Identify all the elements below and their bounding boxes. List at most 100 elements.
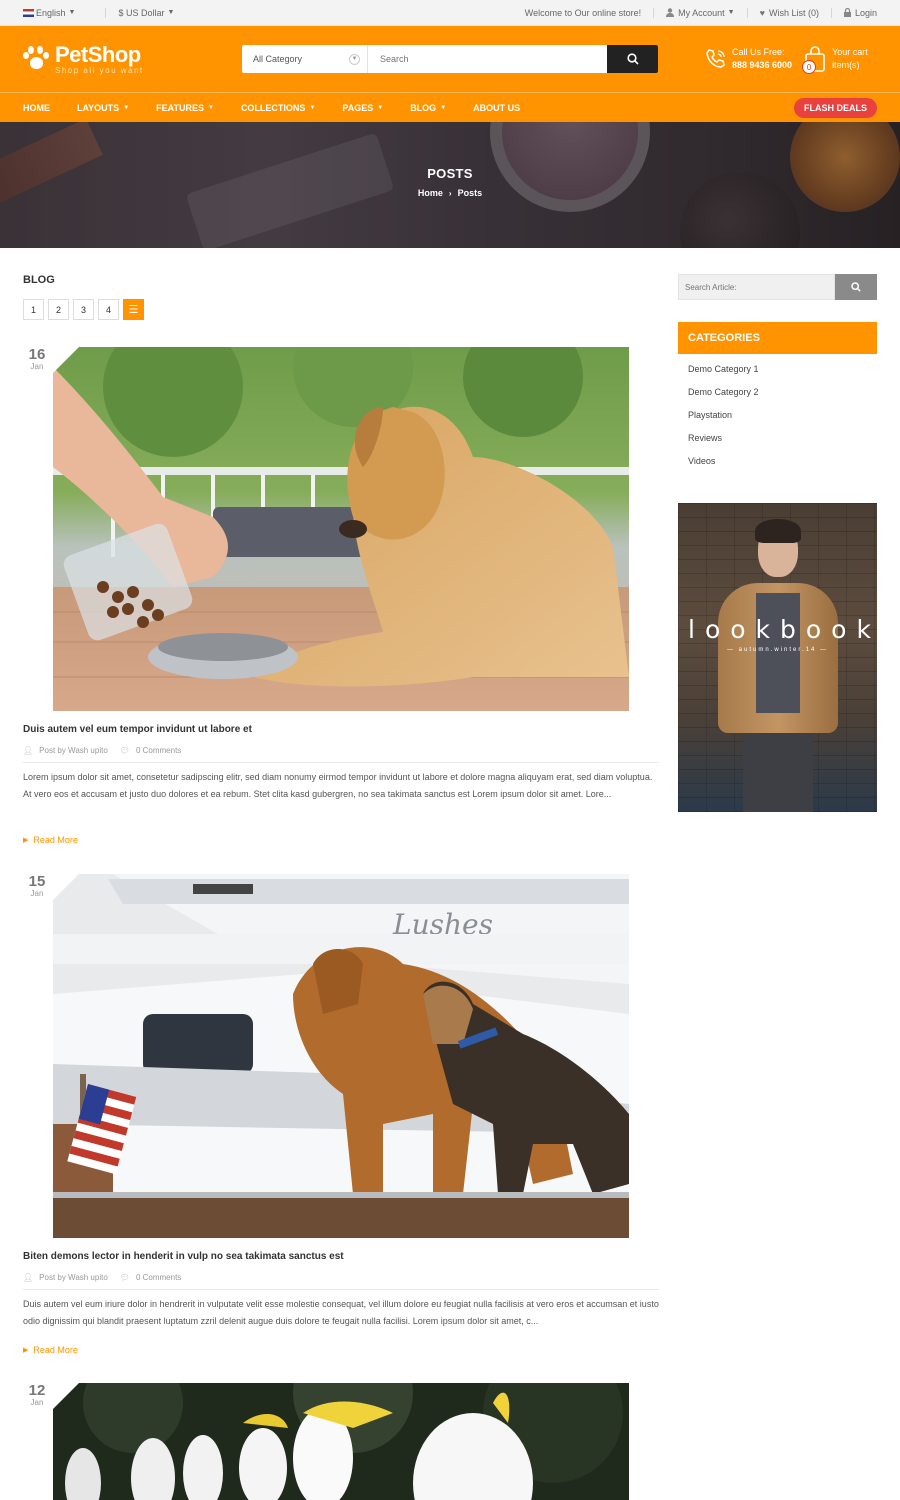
post-comments-link[interactable]: 0 Comments	[136, 746, 181, 755]
article-search-input[interactable]	[678, 274, 835, 300]
categories-heading: CATEGORIES	[678, 322, 877, 354]
category-link[interactable]: Demo Category 2	[688, 387, 759, 410]
call-label: Call Us Free:	[732, 47, 785, 57]
chevron-down-icon: ▼	[727, 9, 735, 16]
comment-icon: 💬︎	[119, 1273, 130, 1282]
cockatoos-photo[interactable]	[53, 1383, 629, 1500]
category-link[interactable]: Reviews	[688, 433, 759, 456]
cart-button[interactable]: 0 Your cart item(s)	[802, 46, 868, 74]
dogs-on-boat-photo[interactable]: Lushes	[53, 874, 629, 1238]
post-author: Post by Wash upito	[39, 1273, 108, 1282]
post-excerpt: Lorem ipsum dolor sit amet, consetetur s…	[23, 772, 653, 799]
search-input[interactable]	[368, 45, 607, 73]
page-link-4[interactable]: 4	[98, 299, 119, 320]
nav-item-label: BLOG	[410, 102, 437, 113]
post-excerpt: Duis autem vel eum iriure dolor in hendr…	[23, 1299, 659, 1326]
article-search-button[interactable]	[835, 274, 877, 300]
chevron-down-icon: ▼	[440, 104, 447, 111]
post-month: Jan	[30, 889, 44, 898]
login-link[interactable]: Login	[843, 7, 877, 18]
category-link[interactable]: Playstation	[688, 410, 759, 433]
lock-icon	[843, 8, 851, 17]
divider	[746, 7, 748, 18]
page-link-2[interactable]: 2	[48, 299, 69, 320]
nav-item-blog[interactable]: BLOG ▼	[410, 103, 446, 113]
divider	[830, 7, 832, 18]
post-month: Jan	[30, 1398, 44, 1407]
chevron-down-icon: ▼	[167, 9, 175, 16]
page-link-3[interactable]: 3	[73, 299, 94, 320]
wishlist-label: Wish List (0)	[768, 7, 819, 18]
my-account-menu[interactable]: My Account ▼	[666, 7, 735, 18]
blog-heading: BLOG	[23, 274, 55, 286]
breadcrumb-current: Posts	[457, 188, 483, 198]
dog-eating-photo[interactable]	[53, 347, 629, 711]
post-comments-link[interactable]: 0 Comments	[136, 1273, 181, 1282]
post-date: 16 Jan	[23, 347, 51, 371]
chevron-down-icon: ▼	[349, 53, 360, 65]
currency-selector[interactable]: $ US Dollar ▼	[118, 8, 174, 18]
header-search: All Category ▼	[242, 45, 658, 73]
lookbook-title: lookbook	[688, 615, 877, 644]
article-search	[678, 274, 877, 300]
category-select[interactable]: All Category ▼	[242, 45, 368, 73]
phone-icon	[706, 49, 725, 68]
category-link[interactable]: Demo Category 1	[688, 364, 759, 387]
category-link[interactable]: Videos	[688, 456, 759, 479]
breadcrumb: Home › Posts	[0, 188, 900, 198]
post-author: Post by Wash upito	[39, 746, 108, 755]
breadcrumb-home-link[interactable]: Home	[418, 188, 443, 198]
nav-item-home[interactable]: HOME	[23, 103, 50, 113]
read-more-link[interactable]: ▶ Read More	[23, 835, 78, 845]
nav-item-layouts[interactable]: LAYOUTS ▼	[77, 103, 129, 113]
chevron-down-icon: ▼	[377, 104, 384, 111]
chevron-down-icon: ▼	[123, 104, 130, 111]
site-logo[interactable]: PetShop Shop all you want	[23, 43, 243, 75]
page-title: POSTS	[427, 166, 473, 181]
content-area: BLOG 1 2 3 4 ☰ 16 Jan Duis autem vel eum…	[0, 248, 900, 1500]
nav-item-label: COLLECTIONS	[240, 102, 306, 113]
post-title-link[interactable]: Biten demons lector in henderit in vulp …	[23, 1251, 344, 1262]
call-number: 888 9436 6000	[732, 60, 793, 70]
lookbook-banner[interactable]: lookbook — autumn.winter.14 —	[678, 503, 877, 812]
search-button[interactable]	[607, 45, 658, 73]
nav-item-about-us[interactable]: ABOUT US	[473, 103, 520, 113]
nav-item-label: ABOUT US	[473, 102, 521, 113]
nav-item-label: LAYOUTS	[77, 102, 120, 113]
pagination: 1 2 3 4 ☰	[23, 299, 148, 320]
wishlist-link[interactable]: ♥ Wish List (0)	[760, 8, 819, 18]
comment-icon: 💬︎	[119, 746, 130, 755]
caret-right-icon: ▶	[23, 1347, 29, 1354]
post-title-link[interactable]: Duis autem vel eum tempor invidunt ut la…	[23, 724, 252, 735]
read-more-label: Read More	[33, 1345, 78, 1355]
nav-item-label: HOME	[23, 102, 50, 113]
nav-item-label: PAGES	[342, 102, 374, 113]
post-month: Jan	[30, 362, 44, 371]
paw-icon	[23, 46, 49, 72]
read-more-label: Read More	[33, 835, 78, 845]
chevron-right-icon: ›	[448, 189, 452, 198]
site-header: PetShop Shop all you want All Category ▼…	[0, 26, 900, 92]
search-icon	[626, 53, 639, 65]
main-nav: HOME LAYOUTS ▼ FEATURES ▼ COLLECTIONS ▼ PAGES ▼ B…	[0, 92, 900, 122]
language-selector[interactable]: English ▼	[23, 8, 75, 18]
post-day: 12	[28, 1382, 46, 1399]
nav-item-collections[interactable]: COLLECTIONS ▼	[241, 103, 315, 113]
chevron-down-icon: ▼	[68, 9, 76, 16]
divider	[105, 7, 107, 18]
user-icon: 👤︎	[23, 746, 34, 755]
welcome-text: Welcome to Our online store!	[524, 7, 642, 18]
search-icon	[851, 282, 861, 292]
list-view-icon[interactable]: ☰	[123, 299, 144, 320]
logo-tagline: Shop all you want	[55, 65, 144, 75]
login-label: Login	[854, 7, 877, 18]
nav-item-features[interactable]: FEATURES ▼	[156, 103, 214, 113]
my-account-label: My Account	[678, 7, 725, 18]
page-link-1[interactable]: 1	[23, 299, 44, 320]
caret-right-icon: ▶	[23, 837, 29, 844]
nav-item-pages[interactable]: PAGES ▼	[342, 103, 383, 113]
read-more-link[interactable]: ▶ Read More	[23, 1345, 78, 1355]
call-us: Call Us Free: 888 9436 6000	[704, 46, 792, 72]
flash-deals-button[interactable]: FLASH DEALS	[794, 97, 877, 118]
uk-flag-icon	[23, 8, 34, 17]
